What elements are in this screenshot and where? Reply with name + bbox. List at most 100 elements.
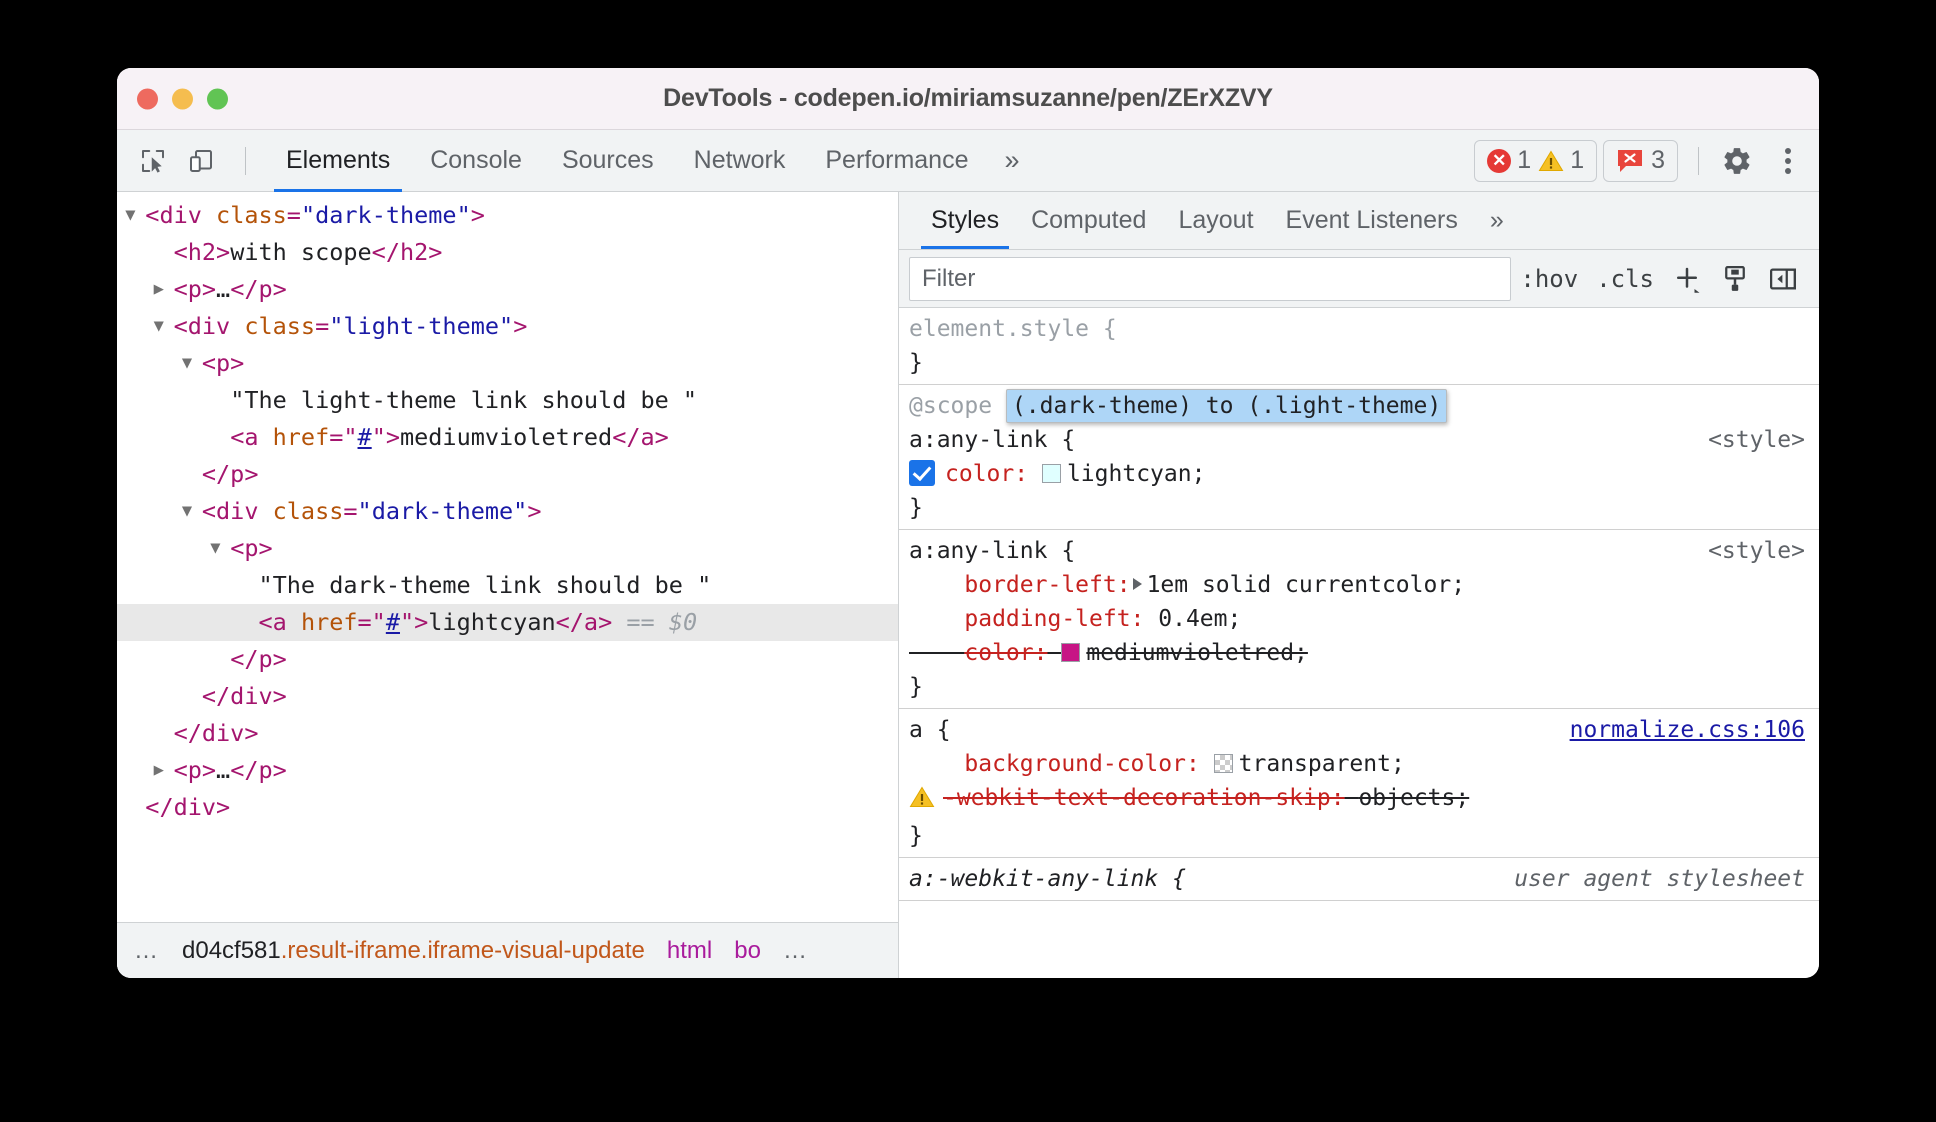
device-toolbar-icon[interactable] (183, 143, 219, 179)
dom-node-row[interactable]: ▼ <p> (117, 530, 898, 567)
css-property-name[interactable]: -webkit-text-decoration-skip: (943, 785, 1345, 811)
breadcrumb-overflow-left[interactable]: … (123, 937, 171, 965)
dom-token-val: "dark-theme" (300, 201, 471, 229)
css-property-value[interactable]: 0.4em; (1158, 606, 1241, 632)
close-window-button[interactable] (137, 88, 158, 109)
tab-performance[interactable]: Performance (805, 130, 988, 192)
warning-triangle-icon (1538, 149, 1564, 173)
dom-node-row[interactable]: <a href="#">mediumvioletred</a> (117, 419, 898, 456)
dom-node-row[interactable]: </div> (117, 789, 898, 826)
more-tabs-chevron-icon[interactable]: » (988, 130, 1035, 192)
dom-node-row[interactable]: ▼ <div class="light-theme"> (117, 308, 898, 345)
dom-token-tagp: <a (230, 423, 273, 451)
user-agent-rule[interactable]: a:-webkit-any-link {user agent styleshee… (899, 858, 1819, 901)
warning-counter[interactable]: 1 (1538, 146, 1584, 175)
hov-button[interactable]: :hov (1511, 257, 1587, 301)
tab-computed[interactable]: Computed (1015, 191, 1162, 249)
gear-icon[interactable] (1719, 143, 1755, 179)
css-declaration[interactable]: background-color: transparent; (909, 747, 1819, 781)
scope-selector-highlight[interactable]: (.dark-theme) to (.light-theme) (1005, 389, 1448, 423)
dom-token-txt: mediumvioletred (399, 423, 613, 451)
dom-node-row[interactable]: <h2>with scope</h2> (117, 234, 898, 271)
tab-event-listeners[interactable]: Event Listeners (1270, 191, 1474, 249)
dom-token-tagp: =" (329, 423, 358, 451)
rule-selector[interactable]: a { (909, 717, 951, 743)
new-style-rule-icon[interactable] (1663, 257, 1711, 301)
css-property-value[interactable]: transparent; (1239, 751, 1405, 777)
css-property-value[interactable]: 1em solid currentcolor; (1147, 572, 1466, 598)
element-classes-icon[interactable] (1711, 257, 1759, 301)
rule-selector[interactable]: a:any-link { (909, 538, 1075, 564)
dom-node-row-selected[interactable]: <a href="#">lightcyan</a> == $0 (117, 604, 898, 641)
breadcrumb-item-iframe[interactable]: d04cf581.result-iframe.iframe-visual-upd… (171, 937, 656, 965)
css-property-value[interactable]: lightcyan; (1067, 461, 1205, 487)
css-declaration[interactable]: color: lightcyan; (909, 457, 1819, 491)
color-swatch[interactable] (1213, 754, 1233, 773)
css-property-value[interactable]: objects; (1358, 785, 1469, 811)
inspect-element-icon[interactable] (135, 143, 171, 179)
rule-origin[interactable]: normalize.css:106 (1570, 713, 1805, 747)
dom-node-row[interactable]: ▼ <div class="dark-theme"> (117, 493, 898, 530)
css-property-name[interactable]: padding-left: (964, 606, 1144, 632)
tab-console[interactable]: Console (410, 130, 542, 192)
cls-button[interactable]: .cls (1587, 257, 1663, 301)
css-property-name[interactable]: color: (945, 461, 1028, 487)
kebab-menu-icon[interactable] (1773, 147, 1803, 174)
expand-shorthand-icon[interactable] (1132, 578, 1142, 590)
minimize-window-button[interactable] (172, 88, 193, 109)
rule-selector[interactable]: a:any-link { (909, 427, 1075, 453)
dom-node-row[interactable]: </div> (117, 715, 898, 752)
rule-selector-line: a { normalize.css:106 (909, 713, 1819, 747)
dom-node-row[interactable]: </div> (117, 678, 898, 715)
element-style-rule[interactable]: element.style {} (899, 308, 1819, 385)
dom-token-hash[interactable]: # (358, 423, 372, 451)
rule-selector[interactable]: element.style { (909, 316, 1117, 342)
dom-node-row[interactable]: ▶ <p>…</p> (117, 271, 898, 308)
css-rules-list[interactable]: element.style {} @scope (.dark-theme) to … (899, 308, 1819, 978)
filter-input[interactable] (909, 256, 1512, 301)
css-declaration[interactable]: -webkit-text-decoration-skip: objects; (909, 781, 1819, 819)
maximize-window-button[interactable] (207, 88, 228, 109)
dom-token-hash[interactable]: # (386, 608, 400, 636)
breadcrumb-item-html[interactable]: html (656, 937, 723, 965)
scope-rule[interactable]: @scope (.dark-theme) to (.light-theme) a:… (899, 385, 1819, 530)
tab-sources[interactable]: Sources (542, 130, 674, 192)
error-counter[interactable]: ✕ 1 (1487, 146, 1531, 175)
css-declaration[interactable]: padding-left: 0.4em; (909, 602, 1819, 636)
window-controls (137, 88, 228, 109)
toggle-sidebar-icon[interactable] (1759, 257, 1807, 301)
css-declaration[interactable]: border-left: 1em solid currentcolor; (909, 568, 1819, 602)
css-property-name[interactable]: border-left: (964, 572, 1130, 598)
tab-network[interactable]: Network (674, 130, 806, 192)
styles-more-tabs-chevron-icon[interactable]: » (1474, 191, 1520, 249)
rule-selector[interactable]: a:-webkit-any-link { (909, 866, 1186, 892)
color-swatch[interactable] (1041, 464, 1061, 483)
breadcrumb-item-body[interactable]: bo (723, 937, 772, 965)
normalize-a-rule[interactable]: a { normalize.css:106 background-color: t… (899, 709, 1819, 858)
tab-elements[interactable]: Elements (266, 130, 410, 192)
css-declaration[interactable]: color: mediumvioletred; (909, 636, 1819, 670)
dom-node-row[interactable]: ▶ <p>…</p> (117, 752, 898, 789)
dom-node-row[interactable]: ▼ <p> (117, 345, 898, 382)
css-property-name[interactable]: color: (964, 640, 1047, 666)
dom-node-row[interactable]: ▼ <div class="dark-theme"> (117, 197, 898, 234)
console-counters[interactable]: ✕ 1 1 (1474, 139, 1598, 182)
dom-node-row[interactable]: "The light-theme link should be " (117, 382, 898, 419)
dom-node-row[interactable]: </p> (117, 456, 898, 493)
tab-styles[interactable]: Styles (915, 191, 1015, 249)
tab-layout[interactable]: Layout (1162, 191, 1269, 249)
css-property-value[interactable]: mediumvioletred; (1086, 640, 1308, 666)
dom-node-row[interactable]: "The dark-theme link should be " (117, 567, 898, 604)
issues-counter[interactable]: 3 (1603, 139, 1678, 182)
css-property-name[interactable]: background-color: (964, 751, 1199, 777)
at-rule-keyword: @scope (909, 393, 1006, 419)
dom-node-row[interactable]: </p> (117, 641, 898, 678)
a-any-link-rule[interactable]: a:any-link {<style> border-left: 1em soli… (899, 530, 1819, 709)
dom-tree[interactable]: ▼ <div class="dark-theme"> <h2>with scope… (117, 192, 898, 922)
breadcrumb-overflow-right[interactable]: … (772, 937, 820, 965)
color-swatch[interactable] (1061, 643, 1081, 662)
styles-filter-bar: :hov .cls (899, 250, 1819, 308)
declaration-checkbox[interactable] (909, 460, 935, 486)
